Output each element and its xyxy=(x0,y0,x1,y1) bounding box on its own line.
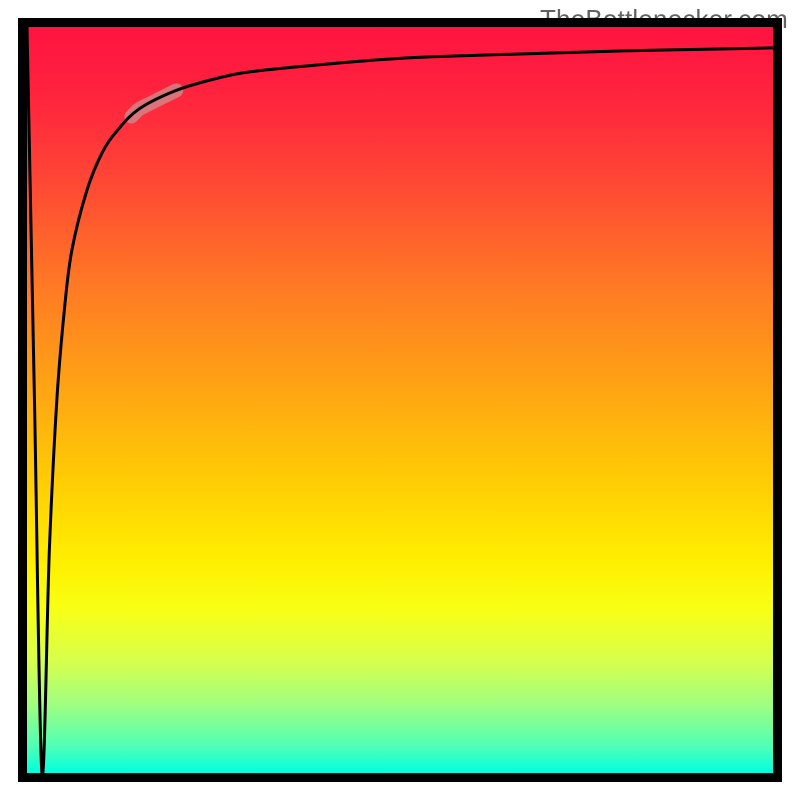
bottleneck-chart xyxy=(0,0,800,800)
chart-container: TheBottlenecker.com xyxy=(0,0,800,800)
gradient-background xyxy=(27,27,773,773)
